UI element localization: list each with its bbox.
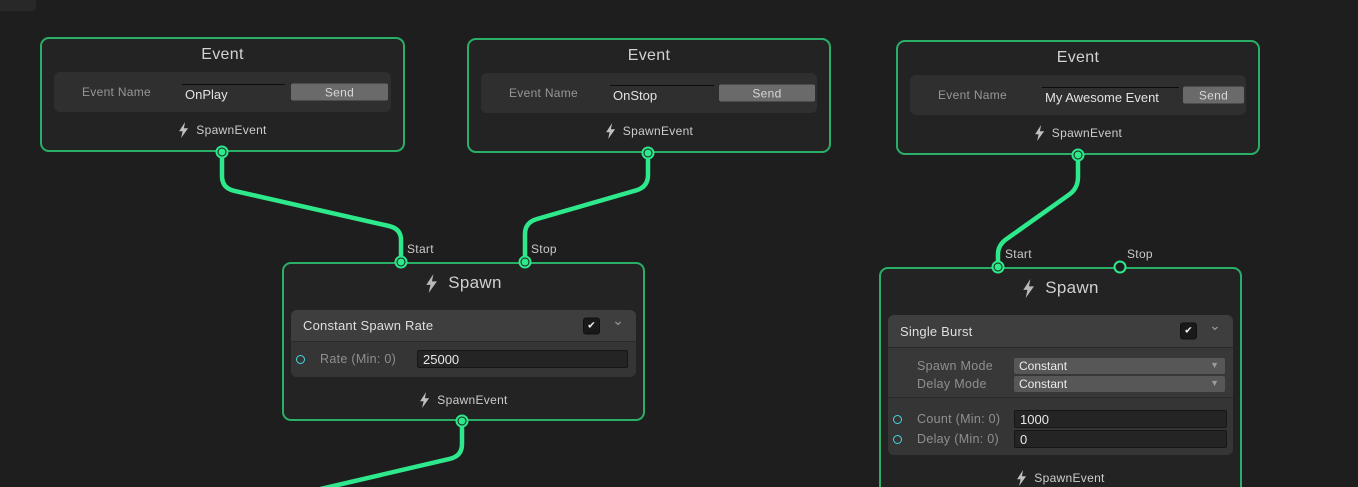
block-settings: Spawn Mode Constant ▼ Delay Mode Constan… bbox=[888, 347, 1233, 397]
lightning-icon bbox=[419, 392, 430, 408]
event-node-onplay[interactable]: Event Event Name OnPlay Send SpawnEvent bbox=[40, 37, 405, 152]
spawn-mode-label: Spawn Mode bbox=[917, 359, 993, 373]
block-header: Constant Spawn Rate ✔ ⌄ bbox=[291, 310, 636, 341]
edge-onplay-to-start bbox=[222, 152, 401, 262]
delay-mode-value: Constant bbox=[1019, 377, 1067, 391]
delay-mode-dropdown[interactable]: Constant ▼ bbox=[1014, 376, 1225, 392]
spawn-constant-output-port[interactable] bbox=[456, 415, 469, 428]
spawn-burst-start-port[interactable] bbox=[992, 261, 1005, 274]
output-slot-row: SpawnEvent bbox=[898, 125, 1258, 141]
event-name-input[interactable]: OnStop bbox=[610, 85, 714, 104]
node-title: Spawn bbox=[448, 273, 501, 293]
output-label: SpawnEvent bbox=[196, 123, 266, 137]
edge-spawnevent-out bbox=[256, 421, 462, 487]
start-port-label: Start bbox=[1005, 247, 1032, 261]
block-single-burst[interactable]: Single Burst ✔ ⌄ Spawn Mode Constant ▼ D… bbox=[888, 315, 1233, 455]
output-slot-row: SpawnEvent bbox=[42, 122, 403, 138]
send-button[interactable]: Send bbox=[1183, 87, 1244, 104]
count-label: Count (Min: 0) bbox=[917, 412, 1000, 426]
event-node-my-awesome-event[interactable]: Event Event Name My Awesome Event Send S… bbox=[896, 40, 1260, 155]
block-constant-spawn-rate[interactable]: Constant Spawn Rate ✔ ⌄ Rate (Min: 0) 25… bbox=[291, 310, 636, 377]
event-node-onstop[interactable]: Event Event Name OnStop Send SpawnEvent bbox=[467, 38, 831, 153]
chevron-down-icon[interactable]: ⌄ bbox=[612, 312, 624, 329]
spawn-node-constant[interactable]: Spawn Constant Spawn Rate ✔ ⌄ Rate (Min:… bbox=[282, 262, 645, 421]
lightning-icon bbox=[1034, 125, 1045, 141]
event-name-label: Event Name bbox=[509, 86, 578, 100]
count-property-port[interactable] bbox=[893, 415, 902, 424]
output-label: SpawnEvent bbox=[1034, 471, 1104, 485]
output-label: SpawnEvent bbox=[437, 393, 507, 407]
lightning-icon bbox=[605, 123, 616, 139]
spawn-mode-dropdown[interactable]: Constant ▼ bbox=[1014, 358, 1225, 374]
stop-port-label: Stop bbox=[1127, 247, 1153, 261]
dropdown-arrow-icon: ▼ bbox=[1210, 357, 1219, 373]
spawn-constant-stop-port[interactable] bbox=[519, 256, 532, 269]
spawn-node-single-burst[interactable]: Spawn Single Burst ✔ ⌄ Spawn Mode Consta… bbox=[879, 267, 1242, 487]
node-title-row: Spawn bbox=[881, 278, 1240, 298]
event-name-input[interactable]: My Awesome Event bbox=[1042, 87, 1179, 106]
spawn-burst-stop-port[interactable] bbox=[1114, 261, 1127, 274]
output-slot-row: SpawnEvent bbox=[284, 392, 643, 408]
spawn-mode-value: Constant bbox=[1019, 359, 1067, 373]
rate-input[interactable]: 25000 bbox=[417, 350, 628, 368]
output-label: SpawnEvent bbox=[1052, 126, 1122, 140]
send-button[interactable]: Send bbox=[291, 84, 388, 101]
lightning-icon bbox=[1016, 470, 1027, 486]
delay-mode-label: Delay Mode bbox=[917, 377, 987, 391]
onplay-output-port[interactable] bbox=[216, 146, 229, 159]
stop-port-label: Stop bbox=[531, 242, 557, 256]
output-slot-row: SpawnEvent bbox=[469, 123, 829, 139]
block-title: Single Burst bbox=[900, 324, 973, 339]
event-settings-panel: Event Name My Awesome Event Send bbox=[910, 75, 1246, 115]
spawn-constant-start-port[interactable] bbox=[395, 256, 408, 269]
event-name-label: Event Name bbox=[82, 85, 151, 99]
block-properties: Rate (Min: 0) 25000 bbox=[291, 341, 636, 377]
node-title: Event bbox=[898, 49, 1258, 67]
event-settings-panel: Event Name OnPlay Send bbox=[54, 72, 391, 112]
start-port-label: Start bbox=[407, 242, 434, 256]
node-title-row: Spawn bbox=[284, 273, 643, 293]
block-title: Constant Spawn Rate bbox=[303, 318, 433, 333]
vfx-graph-canvas[interactable]: Event Event Name OnPlay Send Spawn Event … bbox=[0, 0, 1358, 487]
node-title: Event bbox=[469, 47, 829, 65]
delay-input[interactable]: 0 bbox=[1014, 430, 1227, 448]
rate-property-port[interactable] bbox=[296, 355, 305, 364]
block-properties: Count (Min: 0) 1000 Delay (Min: 0) 0 bbox=[888, 397, 1233, 455]
lightning-icon bbox=[178, 122, 189, 138]
block-header: Single Burst ✔ ⌄ bbox=[888, 315, 1233, 347]
lightning-icon bbox=[425, 274, 438, 293]
block-enabled-checkbox[interactable]: ✔ bbox=[583, 317, 600, 334]
dropdown-arrow-icon: ▼ bbox=[1210, 375, 1219, 391]
output-slot-row: SpawnEvent bbox=[881, 470, 1240, 486]
event-settings-panel: Event Name OnStop Send bbox=[481, 73, 817, 113]
onstop-output-port[interactable] bbox=[642, 147, 655, 160]
awesome-event-output-port[interactable] bbox=[1072, 149, 1085, 162]
delay-property-port[interactable] bbox=[893, 435, 902, 444]
output-label: SpawnEvent bbox=[623, 124, 693, 138]
block-enabled-checkbox[interactable]: ✔ bbox=[1180, 323, 1197, 340]
send-button[interactable]: Send bbox=[719, 85, 815, 102]
node-title: Event bbox=[42, 46, 403, 64]
node-title: Spawn bbox=[1045, 278, 1098, 298]
event-name-input[interactable]: OnPlay bbox=[182, 84, 285, 103]
event-name-label: Event Name bbox=[938, 88, 1007, 102]
chevron-down-icon[interactable]: ⌄ bbox=[1209, 317, 1221, 334]
lightning-icon bbox=[1022, 279, 1035, 298]
count-input[interactable]: 1000 bbox=[1014, 410, 1227, 428]
rate-label: Rate (Min: 0) bbox=[320, 352, 396, 366]
delay-label: Delay (Min: 0) bbox=[917, 432, 999, 446]
